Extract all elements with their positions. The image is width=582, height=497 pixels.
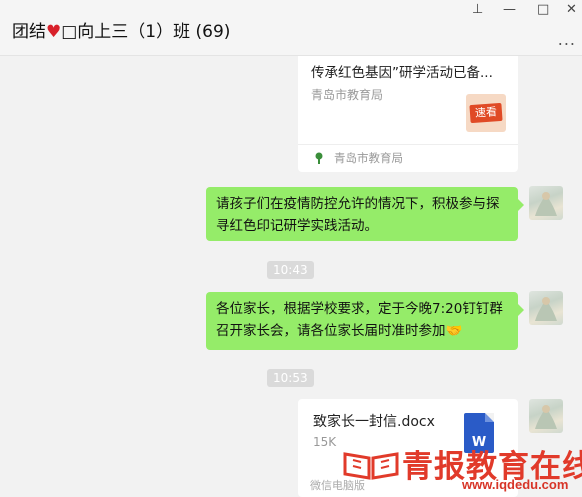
article-card[interactable]: 传承红色基因”研学活动已备... 青岛市教育局 速看 青岛市教育局 xyxy=(298,56,518,172)
maximize-button[interactable]: □ xyxy=(537,2,549,17)
official-account-icon xyxy=(315,152,323,164)
file-size: 15K xyxy=(313,435,337,449)
avatar[interactable] xyxy=(529,291,563,325)
message-bubble[interactable]: 各位家长，根据学校要求，定于今晚7:20钉钉群召开家长会，请各位家长届时准时参加… xyxy=(206,292,524,350)
card-divider xyxy=(298,144,518,145)
article-footer-source: 青岛市教育局 xyxy=(334,151,403,165)
more-options-button[interactable]: ... xyxy=(558,30,576,49)
title-suffix: □向上三（1）班 (69) xyxy=(61,22,231,42)
scrollbar-track[interactable] xyxy=(575,56,579,497)
article-thumbnail: 速看 xyxy=(466,94,506,132)
chat-title: 团结♥□向上三（1）班 (69) xyxy=(12,17,230,42)
article-source: 青岛市教育局 xyxy=(311,88,384,102)
chat-header: 团结♥□向上三（1）班 (69) ⊥ — □ ✕ ... xyxy=(0,0,582,56)
message-bubble[interactable]: 请孩子们在疫情防控允许的情况下，积极参与探寻红色印记研学实践活动。 xyxy=(206,187,524,241)
title-prefix: 团结 xyxy=(12,22,46,42)
avatar[interactable] xyxy=(529,186,563,220)
file-name: 致家长一封信.docx xyxy=(313,414,435,430)
timestamp: 10:43 xyxy=(267,261,314,279)
pin-icon[interactable]: ⊥ xyxy=(472,2,483,17)
message-text: 请孩子们在疫情防控允许的情况下，积极参与探寻红色印记研学实践活动。 xyxy=(216,196,500,234)
watermark-logo-icon xyxy=(343,452,399,480)
thumbnail-label: 速看 xyxy=(469,102,503,124)
message-text: 各位家长，根据学校要求，定于今晚7:20钉钉群召开家长会，请各位家长届时准时参加… xyxy=(216,301,503,339)
avatar[interactable] xyxy=(529,399,563,433)
close-button[interactable]: ✕ xyxy=(566,2,577,17)
heart-icon: ♥ xyxy=(46,22,62,42)
minimize-button[interactable]: — xyxy=(503,2,516,17)
watermark-url: www.iqdedu.com xyxy=(462,477,569,492)
timestamp: 10:53 xyxy=(267,369,314,387)
article-title: 传承红色基因”研学活动已备... xyxy=(311,65,493,81)
